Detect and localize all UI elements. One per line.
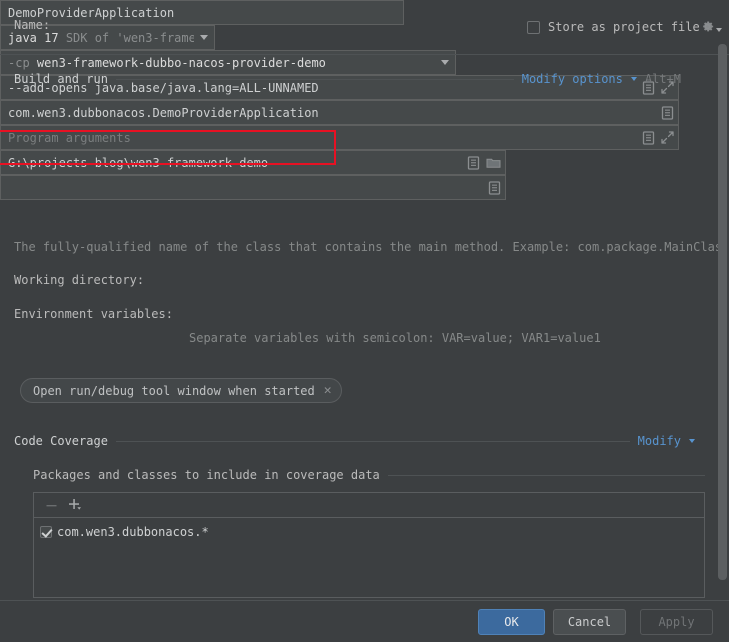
main-class-value: com.wen3.dubbonacos.DemoProviderApplicat…: [8, 105, 319, 120]
jre-combo-caret-icon[interactable]: [200, 35, 208, 40]
name-label: Name:: [14, 18, 51, 32]
coverage-modify-link[interactable]: Modify: [638, 434, 681, 448]
apply-button[interactable]: Apply: [640, 609, 713, 635]
modify-options-shortcut: Alt+M: [644, 72, 681, 86]
coverage-toolbar: [34, 493, 704, 518]
working-directory-value: G:\projects-blog\wen3-framework-demo: [8, 155, 269, 170]
environment-variables-icons: [482, 180, 501, 195]
name-row: Name:: [14, 18, 76, 32]
section-rule: [387, 474, 705, 476]
apply-button-label: Apply: [658, 615, 695, 629]
cancel-button[interactable]: Cancel: [553, 609, 626, 635]
code-coverage-title: Code Coverage: [14, 434, 108, 448]
store-as-project-file-label: Store as project file: [548, 20, 700, 34]
insert-macro-icon[interactable]: [661, 105, 674, 120]
minus-icon: [45, 499, 58, 512]
scrollbar-thumb[interactable]: [718, 44, 727, 580]
main-class-icons: [655, 105, 674, 120]
gear-dropdown-caret-icon: [716, 28, 722, 32]
edit-env-vars-icon[interactable]: [488, 180, 501, 195]
insert-macro-icon[interactable]: [467, 155, 480, 170]
ok-button-label: OK: [504, 615, 519, 629]
close-icon[interactable]: ✕: [324, 384, 332, 397]
working-directory-row: Working directory:: [14, 273, 144, 287]
environment-variables-hint: Separate variables with semicolon: VAR=v…: [189, 331, 601, 345]
store-settings-gear-button[interactable]: [700, 19, 722, 34]
gear-icon: [700, 19, 715, 34]
environment-variables-label: Environment variables:: [14, 307, 173, 321]
environment-variables-row: Environment variables:: [14, 307, 173, 321]
coverage-packages-panel: com.wen3.dubbonacos.*: [33, 492, 705, 598]
working-directory-input[interactable]: G:\projects-blog\wen3-framework-demo: [0, 150, 506, 175]
coverage-item-label: com.wen3.dubbonacos.*: [57, 525, 209, 539]
coverage-item-checkbox[interactable]: [40, 526, 52, 538]
coverage-packages-header: Packages and classes to include in cover…: [33, 468, 705, 482]
coverage-packages-title: Packages and classes to include in cover…: [33, 468, 380, 482]
chevron-down-icon[interactable]: [630, 77, 637, 81]
program-arguments-placeholder: Program arguments: [8, 130, 131, 145]
open-tool-window-chip[interactable]: Open run/debug tool window when started …: [20, 378, 342, 403]
main-class-hint-row: The fully-qualified name of the class th…: [14, 240, 729, 254]
main-class-hint: The fully-qualified name of the class th…: [14, 240, 723, 254]
working-directory-icons: [461, 155, 501, 170]
classpath-combo-caret-icon[interactable]: [441, 60, 449, 65]
jre-combo-strong: java 17: [8, 30, 59, 45]
open-tool-window-chip-label: Open run/debug tool window when started: [33, 383, 315, 398]
section-rule: [115, 78, 514, 80]
plus-icon[interactable]: [68, 498, 83, 512]
coverage-list: com.wen3.dubbonacos.*: [34, 518, 704, 541]
run-configuration-dialog: Name: DemoProviderApplication Store as p…: [0, 0, 729, 642]
build-and-run-title: Build and run: [14, 72, 108, 86]
cancel-button-label: Cancel: [567, 615, 612, 629]
classpath-combo-dim: -cp: [8, 55, 30, 70]
program-arguments-input[interactable]: Program arguments: [0, 125, 679, 150]
jre-combo-dim: SDK of 'wen3-framew: [65, 30, 194, 45]
working-directory-label: Working directory:: [14, 273, 145, 287]
jre-combo-text: java 17 SDK of 'wen3-framew: [8, 31, 194, 45]
code-coverage-section-header: Code Coverage Modify: [14, 434, 695, 448]
program-arguments-icons: [636, 130, 674, 145]
store-as-project-file-row[interactable]: Store as project file: [527, 20, 700, 34]
vertical-scrollbar[interactable]: [718, 44, 727, 580]
browse-folder-icon[interactable]: [486, 156, 501, 169]
main-class-input[interactable]: com.wen3.dubbonacos.DemoProviderApplicat…: [0, 100, 679, 125]
environment-variables-hint-row: Separate variables with semicolon: VAR=v…: [189, 331, 601, 345]
header-divider: [0, 54, 729, 55]
settings-scroll-area: Name: DemoProviderApplication Store as p…: [0, 0, 729, 600]
classpath-combo-strong: wen3-framework-dubbo-nacos-provider-demo: [36, 55, 326, 70]
section-rule: [115, 440, 630, 442]
modify-options-link[interactable]: Modify options: [522, 72, 623, 86]
classpath-combo-text: -cp wen3-framework-dubbo-nacos-provider-…: [8, 56, 435, 70]
store-as-project-file-checkbox[interactable]: [527, 20, 540, 34]
ok-button[interactable]: OK: [478, 609, 545, 635]
list-item[interactable]: com.wen3.dubbonacos.*: [34, 523, 704, 541]
build-and-run-section-header: Build and run Modify options Alt+M: [14, 72, 681, 86]
environment-variables-input[interactable]: [0, 175, 506, 200]
insert-macro-icon[interactable]: [642, 130, 655, 145]
chevron-down-icon[interactable]: [689, 439, 695, 443]
dialog-footer: OK Cancel Apply: [0, 600, 729, 642]
expand-editor-icon[interactable]: [661, 131, 674, 144]
